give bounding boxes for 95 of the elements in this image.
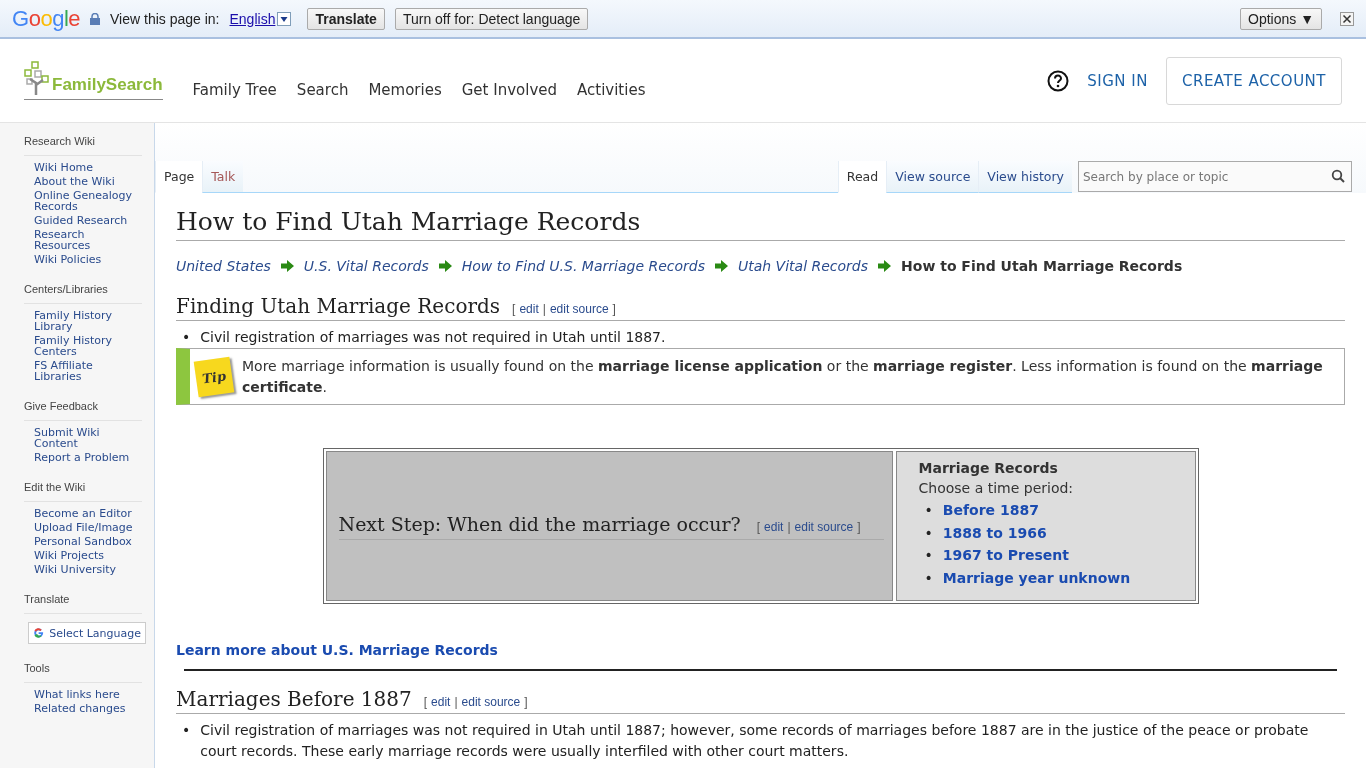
google-logo: Google: [12, 5, 80, 32]
breadcrumb-current: How to Find Utah Marriage Records: [901, 258, 1183, 274]
translate-button[interactable]: Translate: [307, 7, 385, 30]
nav-link[interactable]: Family Tree: [192, 80, 277, 99]
sidebar-heading: Give Feedback: [24, 398, 142, 421]
nav-link[interactable]: Get Involved: [461, 80, 558, 99]
period-link[interactable]: 1888 to 1966: [942, 521, 1047, 544]
view-tab[interactable]: Read: [837, 161, 887, 193]
arrow-icon: [715, 260, 728, 272]
edit-link[interactable]: edit source: [461, 695, 521, 709]
sidebar-link[interactable]: Family History Centers: [34, 335, 134, 357]
period-link[interactable]: Marriage year unknown: [942, 566, 1131, 589]
sidebar-link[interactable]: Guided Research: [34, 215, 134, 226]
language-select[interactable]: Select Language: [28, 622, 146, 644]
page-tab[interactable]: Talk: [202, 161, 244, 193]
breadcrumb-link[interactable]: How to Find U.S. Marriage Records: [461, 258, 705, 274]
next-step-heading: Next Step: When did the marriage occur?: [338, 512, 741, 535]
tip-note: Tip: [193, 356, 235, 397]
sidebar-link[interactable]: About the Wiki: [34, 176, 134, 187]
sidebar-link[interactable]: Submit Wiki Content: [34, 427, 134, 449]
bullet-marker: •: [182, 328, 191, 347]
google-g-icon: [33, 626, 45, 640]
bracket: ]: [524, 695, 528, 709]
bracket: [: [756, 519, 761, 534]
nav-link[interactable]: Activities: [577, 80, 646, 99]
sidebar-link[interactable]: Wiki Home: [34, 162, 134, 173]
edit-link[interactable]: edit: [764, 519, 784, 534]
arrow-icon: [280, 260, 294, 272]
translate-label: View this page in:: [110, 10, 220, 27]
bracket: ]: [857, 519, 861, 534]
sidebar-heading: Translate: [24, 591, 142, 614]
separator: |: [454, 695, 458, 709]
breadcrumb-link[interactable]: U.S. Vital Records: [303, 258, 429, 274]
sidebar-link[interactable]: Personal Sandbox: [34, 536, 134, 547]
sidebar-heading: Research Wiki: [24, 133, 142, 156]
edit-link[interactable]: edit source: [794, 519, 854, 534]
page-tab[interactable]: Page: [155, 161, 203, 193]
sidebar-link[interactable]: Upload File/Image: [34, 522, 134, 533]
breadcrumb-link[interactable]: Utah Vital Records: [738, 258, 869, 274]
separator: |: [787, 519, 791, 534]
edit-link[interactable]: edit: [519, 302, 539, 316]
help-icon[interactable]: [1047, 69, 1070, 92]
search-icon[interactable]: [1331, 169, 1345, 183]
translate-button[interactable]: Turn off for: Detect language: [394, 7, 589, 30]
bullet-text: Civil registration of marriages was not required in Utah until 1887; however, some records of marriages before 1887 are in the justice of the peace or probate court records. These early marriage records were usually interfiled with other court matters.: [200, 721, 1310, 761]
separator: |: [542, 302, 546, 316]
bracket: ]: [612, 302, 616, 316]
sidebar-link[interactable]: FS Affiliate Libraries: [34, 360, 134, 382]
panel-title: Marriage Records: [918, 460, 1059, 476]
sidebar-heading: Centers/Libraries: [24, 281, 142, 304]
caret-icon[interactable]: [277, 11, 292, 26]
sidebar-link[interactable]: Online Genealogy Records: [34, 190, 134, 212]
nav-link[interactable]: Memories: [368, 80, 442, 99]
sidebar-heading: Tools: [24, 660, 142, 683]
bullet-marker: •: [924, 501, 933, 520]
learn-more-link[interactable]: Learn more about U.S. Marriage Records: [176, 642, 498, 658]
breadcrumb-link[interactable]: United States: [176, 258, 271, 274]
tip-text: More marriage information is usually found on the marriage license application or the marriage register. Less information is found on the marriage certificate.: [242, 356, 1324, 397]
period-link[interactable]: 1967 to Present: [942, 544, 1069, 567]
sidebar-link[interactable]: Research Resources: [34, 229, 134, 251]
section-heading: Marriages Before 1887: [176, 687, 412, 711]
sidebar-link[interactable]: Report a Problem: [34, 452, 134, 463]
options-button[interactable]: Options ▼: [1240, 7, 1322, 30]
sidebar-link[interactable]: What links here: [34, 689, 134, 700]
page-title: How to Find Utah Marriage Records: [176, 207, 1345, 241]
section-heading: Finding Utah Marriage Records: [176, 294, 501, 318]
arrow-icon: [878, 260, 892, 272]
sidebar-link[interactable]: Wiki Policies: [34, 254, 134, 265]
lock-icon: [90, 12, 100, 25]
edit-link[interactable]: edit: [431, 695, 451, 709]
sidebar-link[interactable]: Wiki University: [34, 564, 134, 575]
nav-link[interactable]: Search: [296, 80, 349, 99]
sidebar-link[interactable]: Related changes: [34, 703, 134, 714]
bullet-marker: •: [924, 546, 933, 565]
close-icon[interactable]: [1340, 11, 1354, 26]
bullet-text: Civil registration of marriages was not required in Utah until 1887.: [200, 328, 666, 347]
bullet-marker: •: [924, 568, 933, 588]
create-account-button[interactable]: CREATE ACCOUNT: [1166, 56, 1342, 105]
language-link[interactable]: English: [229, 10, 276, 27]
panel-subtitle: Choose a time period:: [918, 480, 1075, 496]
bullet-marker: •: [924, 523, 933, 543]
sidebar-link[interactable]: Wiki Projects: [34, 550, 134, 561]
sidebar-link[interactable]: Family History Library: [34, 310, 134, 332]
bullet-marker: •: [182, 721, 191, 740]
view-tab[interactable]: View source: [886, 161, 979, 193]
search-field[interactable]: Search by place or topic: [1078, 161, 1352, 192]
period-link[interactable]: Before 1887: [942, 499, 1039, 522]
bracket: [: [423, 695, 428, 709]
view-tab[interactable]: View history: [978, 161, 1072, 193]
sign-in-link[interactable]: SIGN IN: [1087, 71, 1148, 90]
edit-link[interactable]: edit source: [549, 302, 609, 316]
bracket: [: [512, 302, 516, 316]
arrow-icon: [438, 260, 452, 272]
sidebar-link[interactable]: Become an Editor: [34, 508, 134, 519]
sidebar-heading: Edit the Wiki: [24, 479, 142, 502]
